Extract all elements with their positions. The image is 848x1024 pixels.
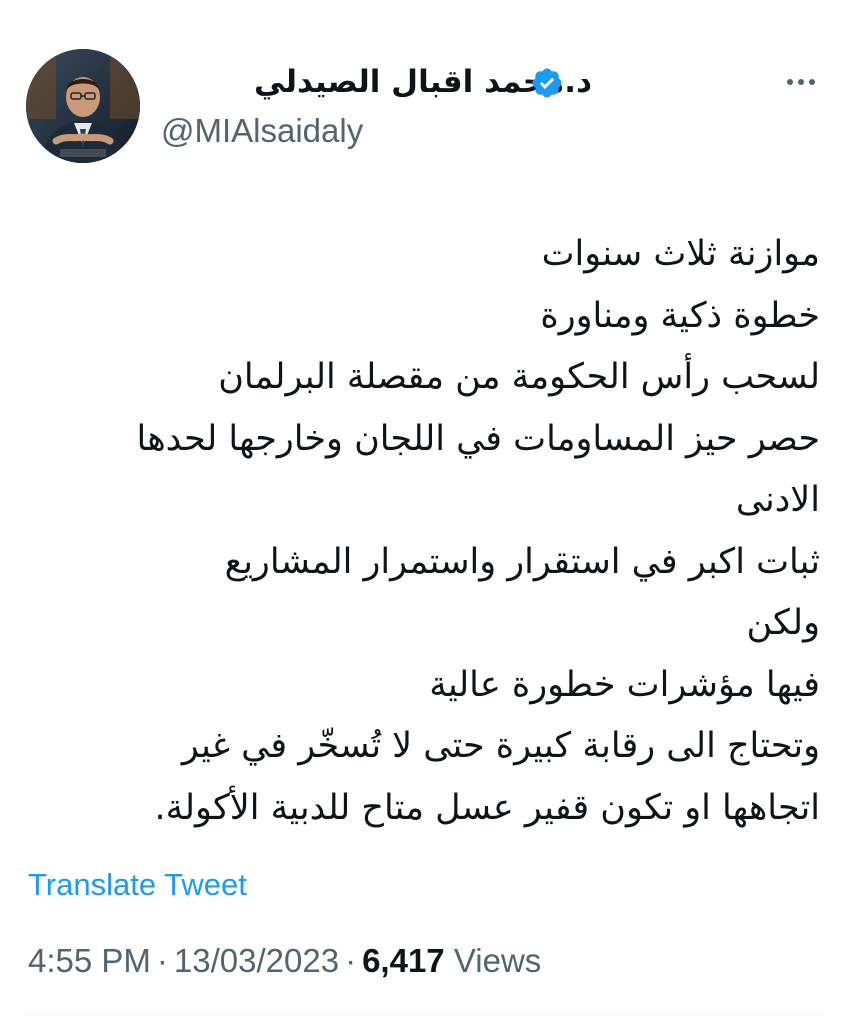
- tweet-line: الادنى: [735, 480, 820, 520]
- more-options-button[interactable]: [779, 64, 823, 100]
- tweet-line: ولكن: [746, 603, 820, 643]
- tweet-text: موازنة ثلاث سنوات خطوة ذكية ومناورة لسحب…: [20, 224, 820, 839]
- tweet-line: ثبات اكبر في استقرار واستمرار المشاريع: [224, 541, 820, 582]
- meta-separator: ·: [156, 942, 168, 979]
- meta-separator: ·: [345, 942, 357, 979]
- tweet-line: فيها مؤشرات خطورة عالية: [429, 664, 820, 705]
- tweet-line: خطوة ذكية ومناورة: [540, 295, 820, 336]
- tweet-line: وتحتاج الى رقابة كبيرة حتى لا تُسخّر في …: [181, 726, 820, 766]
- user-handle[interactable]: @MIAlsaidaly: [161, 108, 363, 154]
- tweet-line: لسحب رأس الحكومة من مقصلة البرلمان: [218, 357, 820, 397]
- views-label: Views: [453, 942, 542, 979]
- views-count: 6,417: [362, 942, 445, 979]
- avatar-image: [26, 49, 140, 163]
- tweet-line: اتجاهها او تكون قفير عسل متاح للدبية الأ…: [154, 787, 821, 828]
- tweet-line: حصر حيز المساومات في اللجان وخارجها لحده…: [136, 418, 820, 459]
- translate-tweet-link[interactable]: Translate Tweet: [28, 862, 247, 908]
- verified-badge-icon: [532, 68, 562, 98]
- tweet-header: د.محمد اقبال الصيدلي @MIAlsaidaly: [0, 0, 848, 190]
- tweet-meta: 4:55 PM · 13/03/2023 · 6,417 Views: [28, 936, 541, 986]
- tweet-date[interactable]: 13/03/2023: [174, 942, 339, 979]
- tweet-time[interactable]: 4:55 PM: [28, 942, 151, 979]
- divider: [26, 1014, 822, 1015]
- more-dot-icon: [798, 79, 804, 85]
- more-dot-icon: [787, 79, 793, 85]
- avatar[interactable]: [26, 49, 140, 163]
- tweet-line: موازنة ثلاث سنوات: [541, 234, 820, 274]
- more-dot-icon: [809, 79, 815, 85]
